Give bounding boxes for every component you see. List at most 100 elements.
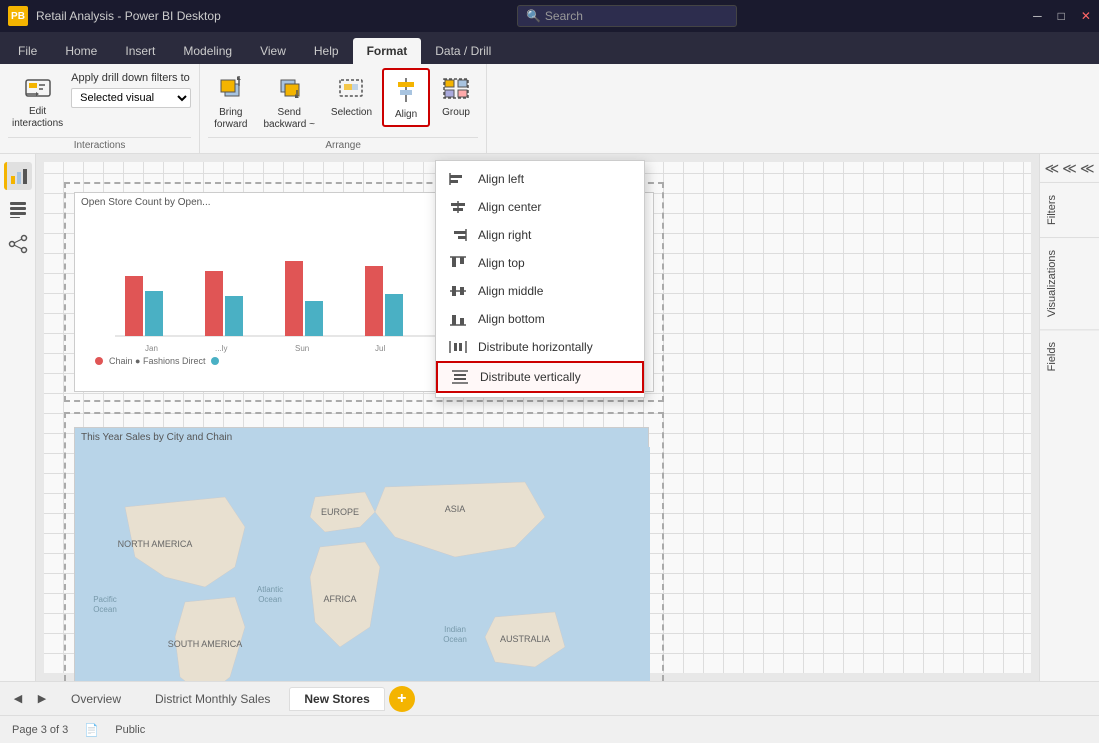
tab-overview[interactable]: Overview xyxy=(56,687,136,711)
svg-text:Jul: Jul xyxy=(375,344,385,353)
interactions-content: Editinteractions Apply drill down filter… xyxy=(8,68,191,137)
distribute-vert-label: Distribute vertically xyxy=(480,370,581,384)
svg-text:NORTH AMERICA: NORTH AMERICA xyxy=(118,539,193,549)
tab-home[interactable]: Home xyxy=(51,38,111,64)
status-bar: Page 3 of 3 📄 Public xyxy=(0,715,1099,743)
align-center-label: Align center xyxy=(478,200,541,214)
svg-text:Sun: Sun xyxy=(295,344,309,353)
align-bottom-item[interactable]: Align bottom xyxy=(436,305,644,333)
visibility-status: Public xyxy=(115,724,145,736)
collapse-filters-btn[interactable]: ≪ xyxy=(1044,158,1060,178)
distribute-horiz-item[interactable]: Distribute horizontally xyxy=(436,333,644,361)
group-button[interactable]: Group xyxy=(434,68,478,123)
app-title: Retail Analysis - Power BI Desktop xyxy=(36,9,221,23)
right-tab-viz-label: Visualizations xyxy=(1046,250,1058,317)
svg-text:EUROPE: EUROPE xyxy=(321,507,359,517)
align-top-item[interactable]: Align top xyxy=(436,249,644,277)
align-middle-icon xyxy=(448,283,468,299)
drill-filter-section: Apply drill down filters to Selected vis… xyxy=(71,68,191,108)
page-next-btn[interactable]: ▶ xyxy=(32,689,52,709)
minimize-btn[interactable]: ─ xyxy=(1033,9,1042,23)
interactions-label: Interactions xyxy=(8,137,191,153)
ribbon-section-arrange: Bringforward Sendbackward ~ xyxy=(200,64,487,153)
tab-file[interactable]: File xyxy=(4,38,51,64)
drill-filter-label: Apply drill down filters to xyxy=(71,72,191,84)
search-box[interactable]: 🔍 Search xyxy=(517,5,737,27)
send-backward-icon xyxy=(273,72,305,104)
right-panel: ≪ ≪ ≪ Filters Visualizations Fields xyxy=(1039,154,1099,681)
bring-forward-label: Bringforward xyxy=(214,107,247,131)
svg-text:Indian: Indian xyxy=(444,625,466,634)
page-info: Page 3 of 3 xyxy=(12,724,68,736)
svg-text:Ocean: Ocean xyxy=(443,635,467,644)
distribute-vert-item[interactable]: Distribute vertically xyxy=(436,361,644,393)
collapse-fields-btn[interactable]: ≪ xyxy=(1079,158,1095,178)
distribute-horiz-icon xyxy=(448,339,468,355)
map-visual[interactable]: This Year Sales by City and Chain xyxy=(74,427,649,681)
svg-text:Ocean: Ocean xyxy=(258,595,282,604)
tab-format[interactable]: Format xyxy=(353,38,422,64)
svg-text:Jan: Jan xyxy=(145,344,158,353)
right-panel-collapse: ≪ ≪ ≪ xyxy=(1040,154,1099,182)
svg-text:...ly: ...ly xyxy=(215,344,227,353)
add-page-button[interactable]: + xyxy=(389,686,415,712)
right-tab-visualizations[interactable]: Visualizations xyxy=(1040,237,1099,329)
app-icon: PB xyxy=(8,6,28,26)
bring-forward-icon xyxy=(215,72,247,104)
right-tab-fields-label: Fields xyxy=(1046,342,1058,371)
right-tab-fields[interactable]: Fields xyxy=(1040,329,1099,383)
ribbon-tabs: File Home Insert Modeling View Help Form… xyxy=(0,32,1099,64)
sidebar-report-view[interactable] xyxy=(4,162,32,190)
drill-filter-select[interactable]: Selected visual xyxy=(71,88,191,108)
tab-new-stores[interactable]: New Stores xyxy=(289,687,384,711)
align-left-item[interactable]: Align left xyxy=(436,165,644,193)
right-tab-filters-label: Filters xyxy=(1046,195,1058,225)
sidebar-model-view[interactable] xyxy=(4,230,32,258)
align-center-icon xyxy=(448,199,468,215)
group-icon xyxy=(440,72,472,104)
right-tab-filters[interactable]: Filters xyxy=(1040,182,1099,237)
tab-help[interactable]: Help xyxy=(300,38,353,64)
align-top-label: Align top xyxy=(478,256,525,270)
close-btn[interactable]: ✕ xyxy=(1081,9,1091,23)
search-icon: 🔍 xyxy=(526,9,541,23)
collapse-viz-btn[interactable]: ≪ xyxy=(1062,158,1078,178)
page-tabs: ◀ ▶ Overview District Monthly Sales New … xyxy=(0,681,1099,715)
align-bottom-icon xyxy=(448,311,468,327)
send-backward-button[interactable]: Sendbackward ~ xyxy=(258,68,321,135)
distribute-vert-icon xyxy=(450,369,470,385)
left-sidebar xyxy=(0,154,36,681)
align-top-icon xyxy=(448,255,468,271)
window-controls: ─ □ ✕ xyxy=(1033,9,1091,23)
search-placeholder: Search xyxy=(545,9,583,23)
selection-button[interactable]: Selection xyxy=(325,68,378,123)
svg-text:ASIA: ASIA xyxy=(445,504,466,514)
selection-label: Selection xyxy=(331,107,372,119)
tab-insert[interactable]: Insert xyxy=(111,38,169,64)
maximize-btn[interactable]: □ xyxy=(1058,9,1065,23)
svg-text:Pacific: Pacific xyxy=(93,595,117,604)
tab-district-monthly[interactable]: District Monthly Sales xyxy=(140,687,285,711)
send-backward-label: Sendbackward ~ xyxy=(264,107,315,131)
align-left-icon xyxy=(448,171,468,187)
tab-view[interactable]: View xyxy=(246,38,300,64)
svg-text:AFRICA: AFRICA xyxy=(323,594,356,604)
title-bar-left: PB Retail Analysis - Power BI Desktop xyxy=(8,6,221,26)
svg-text:Ocean: Ocean xyxy=(93,605,117,614)
sidebar-data-view[interactable] xyxy=(4,196,32,224)
tab-data-drill[interactable]: Data / Drill xyxy=(421,38,505,64)
align-icon xyxy=(390,74,422,106)
bring-forward-button[interactable]: Bringforward xyxy=(208,68,253,135)
align-left-label: Align left xyxy=(478,172,524,186)
edit-interactions-button[interactable]: Editinteractions xyxy=(8,68,67,134)
tab-modeling[interactable]: Modeling xyxy=(169,38,246,64)
align-right-item[interactable]: Align right xyxy=(436,221,644,249)
ribbon: Editinteractions Apply drill down filter… xyxy=(0,64,1099,154)
align-right-icon xyxy=(448,227,468,243)
align-button[interactable]: Align xyxy=(382,68,430,127)
page-prev-btn[interactable]: ◀ xyxy=(8,689,28,709)
chart-legend-label: Chain ● Fashions Direct xyxy=(109,356,205,366)
align-center-item[interactable]: Align center xyxy=(436,193,644,221)
align-middle-item[interactable]: Align middle xyxy=(436,277,644,305)
arrange-content: Bringforward Sendbackward ~ xyxy=(208,68,478,137)
